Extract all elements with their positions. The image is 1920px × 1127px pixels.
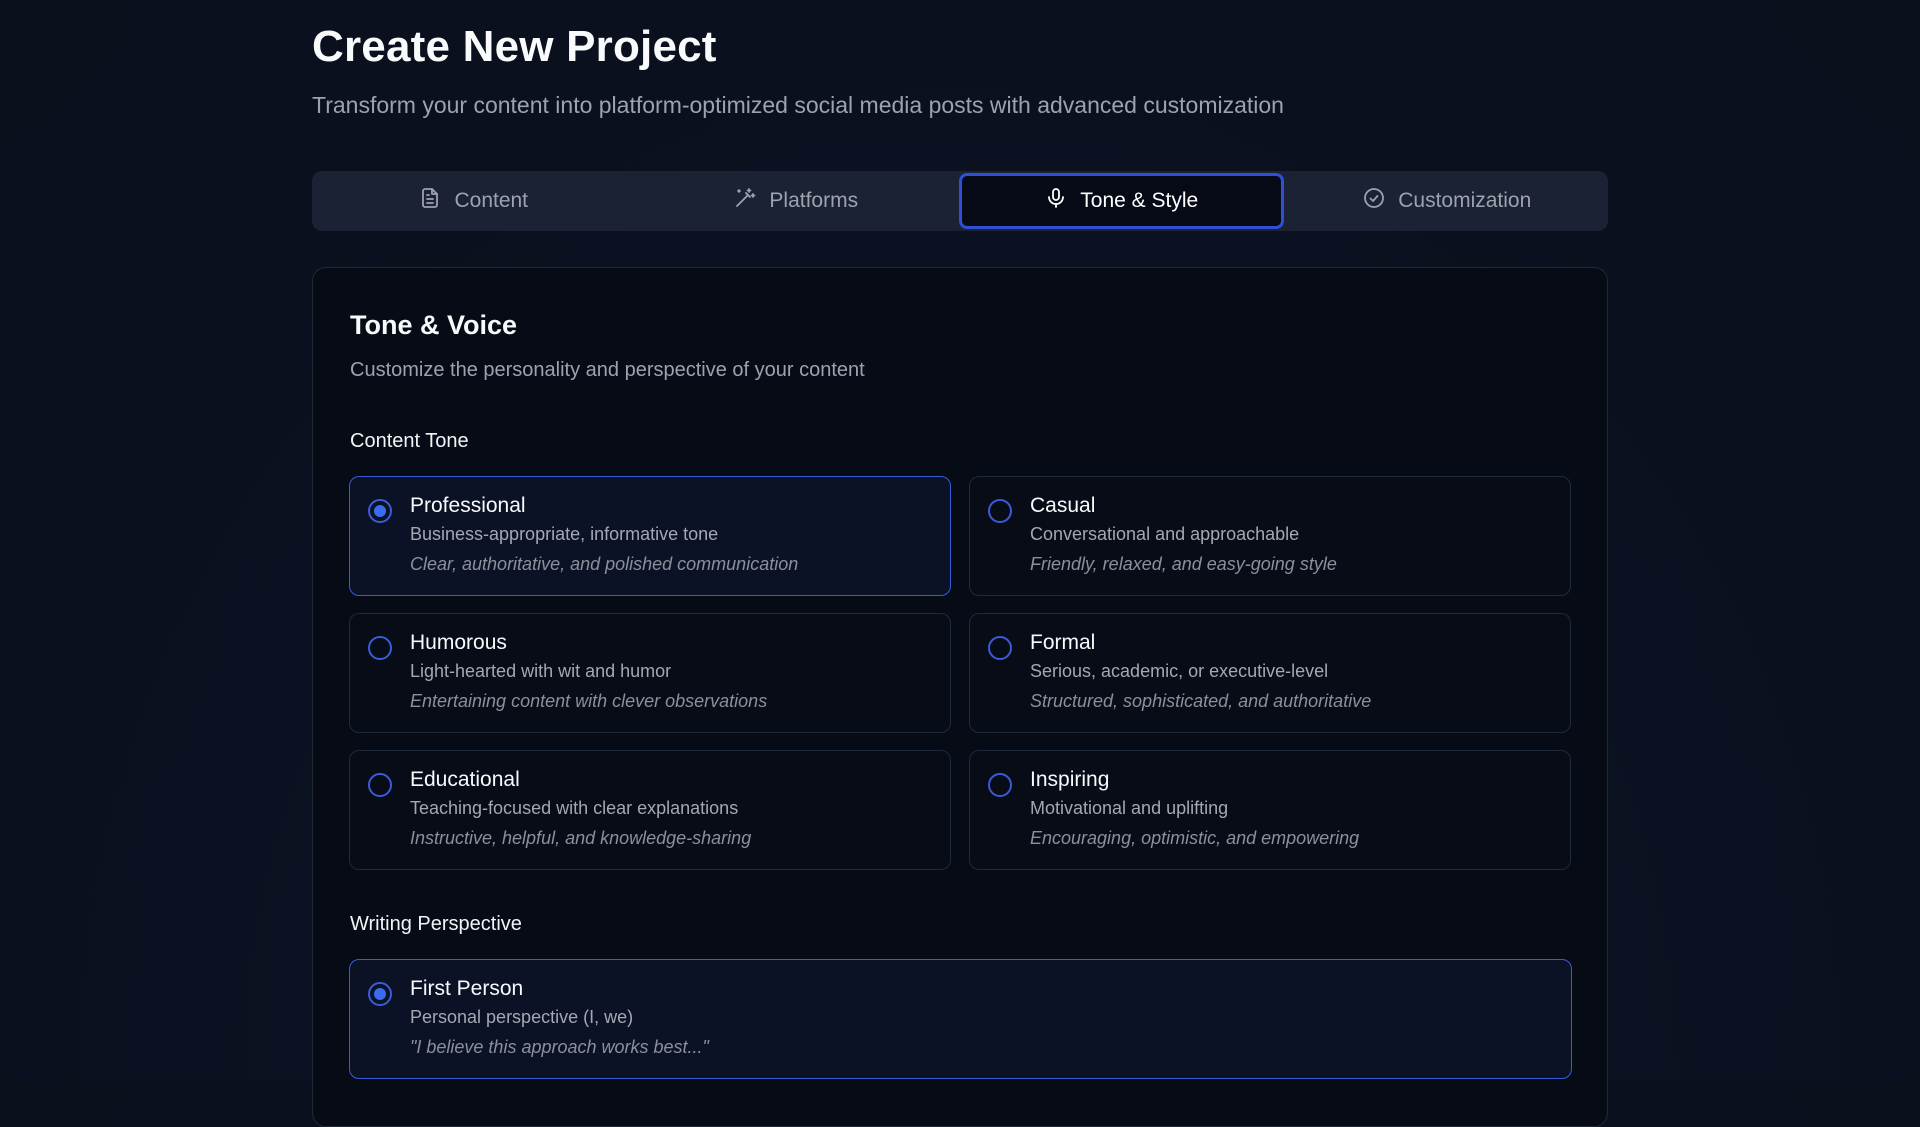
radio-dot: [374, 505, 386, 517]
tab-customization[interactable]: Customization: [1288, 173, 1607, 229]
option-description: Motivational and uplifting: [1030, 798, 1229, 818]
tab-customization-label: Customization: [1398, 189, 1532, 212]
tab-content-label: Content: [454, 189, 529, 212]
radio-button[interactable]: [988, 499, 1012, 523]
option-description: Teaching-focused with clear explanations: [410, 798, 739, 818]
perspective-option-first-person[interactable]: First Person Personal perspective (I, we…: [349, 959, 1572, 1079]
content-tone-label: Content Tone: [350, 430, 469, 452]
page-subtitle: Transform your content into platform-opt…: [312, 92, 1284, 118]
magic-wand-icon: [733, 186, 757, 216]
tab-platforms-label: Platforms: [769, 189, 859, 212]
option-title: Professional: [410, 494, 526, 517]
writing-perspective-label: Writing Perspective: [350, 913, 522, 935]
tone-option-casual[interactable]: Casual Conversational and approachable F…: [969, 476, 1571, 596]
option-example: Structured, sophisticated, and authorita…: [1030, 691, 1372, 711]
option-example: Encouraging, optimistic, and empowering: [1030, 828, 1360, 848]
option-example: Clear, authoritative, and polished commu…: [410, 554, 799, 574]
option-example: Friendly, relaxed, and easy-going style: [1030, 554, 1337, 574]
option-title: Casual: [1030, 494, 1096, 517]
check-circle-icon: [1362, 186, 1386, 216]
option-description: Conversational and approachable: [1030, 524, 1300, 544]
option-example: Entertaining content with clever observa…: [410, 691, 768, 711]
option-example: Instructive, helpful, and knowledge-shar…: [410, 828, 752, 848]
option-title: First Person: [410, 977, 524, 1000]
tone-option-inspiring[interactable]: Inspiring Motivational and uplifting Enc…: [969, 750, 1571, 870]
tone-option-humorous[interactable]: Humorous Light-hearted with wit and humo…: [349, 613, 951, 733]
option-description: Personal perspective (I, we): [410, 1007, 634, 1027]
tone-option-educational[interactable]: Educational Teaching-focused with clear …: [349, 750, 951, 870]
card-title: Tone & Voice: [350, 310, 518, 340]
tab-content[interactable]: Content: [314, 173, 633, 229]
option-description: Business-appropriate, informative tone: [410, 524, 719, 544]
tone-option-professional[interactable]: Professional Business-appropriate, infor…: [349, 476, 951, 596]
radio-button[interactable]: [988, 636, 1012, 660]
tab-tone-style[interactable]: Tone & Style: [959, 173, 1284, 229]
option-title: Inspiring: [1030, 768, 1110, 791]
option-title: Formal: [1030, 631, 1096, 654]
tab-tone-style-label: Tone & Style: [1080, 189, 1199, 212]
tone-voice-card: Tone & Voice Customize the personality a…: [312, 267, 1608, 1127]
tab-platforms[interactable]: Platforms: [637, 173, 956, 229]
microphone-icon: [1044, 186, 1068, 216]
radio-button[interactable]: [368, 636, 392, 660]
option-title: Educational: [410, 768, 520, 791]
option-description: Light-hearted with wit and humor: [410, 661, 672, 681]
page-title: Create New Project: [312, 22, 717, 71]
card-subtitle: Customize the personality and perspectiv…: [350, 359, 865, 381]
option-title: Humorous: [410, 631, 507, 654]
tone-option-formal[interactable]: Formal Serious, academic, or executive-l…: [969, 613, 1571, 733]
option-description: Serious, academic, or executive-level: [1030, 661, 1329, 681]
radio-button[interactable]: [368, 982, 392, 1006]
radio-button[interactable]: [368, 773, 392, 797]
radio-button[interactable]: [368, 499, 392, 523]
radio-dot: [374, 988, 386, 1000]
document-icon: [418, 186, 442, 216]
option-example: "I believe this approach works best...": [410, 1037, 709, 1057]
tab-bar: Content Platforms Tone & Style Customiza…: [312, 171, 1608, 231]
radio-button[interactable]: [988, 773, 1012, 797]
